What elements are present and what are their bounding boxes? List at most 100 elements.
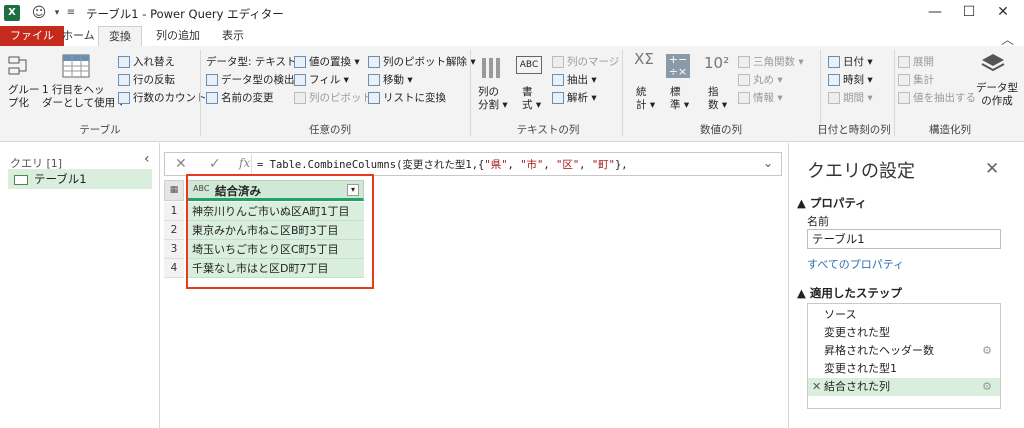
- close-settings-icon[interactable]: ✕: [985, 159, 999, 179]
- step-settings-gear-icon[interactable]: ⚙: [982, 378, 992, 396]
- replace-values-button[interactable]: 値の置換 ▾: [294, 54, 360, 69]
- time-button[interactable]: 時刻 ▾: [828, 72, 873, 87]
- trigonometry-button[interactable]: 三角関数 ▾: [738, 54, 804, 69]
- query-item[interactable]: テーブル1: [8, 169, 152, 189]
- delete-step-icon[interactable]: ✕: [812, 378, 821, 396]
- excel-app-icon: X: [4, 5, 20, 21]
- table-menu-icon[interactable]: ▦: [164, 180, 184, 201]
- group-separator: [470, 50, 471, 136]
- move-button[interactable]: 移動 ▾: [368, 72, 413, 87]
- formula-input[interactable]: = Table.CombineColumns(変更された型1,{"県", "市"…: [257, 157, 628, 172]
- split-column-button[interactable]: 列の 分割 ▾: [478, 86, 508, 112]
- unpivot-columns-button[interactable]: 列のピボット解除 ▾: [368, 54, 476, 69]
- extract-values-button[interactable]: 値を抽出する: [898, 90, 976, 105]
- scientific-icon: 10²: [704, 54, 730, 72]
- cancel-formula-button[interactable]: ✕: [175, 156, 187, 172]
- tab-transform[interactable]: 変換: [98, 26, 142, 46]
- query-name-input[interactable]: テーブル1: [807, 229, 1001, 249]
- smiley-feedback-icon[interactable]: ☺: [30, 4, 48, 22]
- group-label-structured-column: 構造化列: [929, 124, 971, 136]
- statistics-button[interactable]: 統 計 ▾: [636, 86, 655, 112]
- rounding-icon: [738, 74, 750, 86]
- statistics-icon: XΣ: [634, 50, 654, 68]
- format-abc-icon: ABC: [516, 56, 542, 74]
- clock-icon: [828, 74, 840, 86]
- aggregate-button[interactable]: 集計: [898, 72, 934, 87]
- ribbon-tabs: ファイル ホーム 変換 列の追加 表示: [0, 26, 1024, 46]
- rename-button[interactable]: 名前の変更: [206, 90, 274, 105]
- fill-down-icon: [294, 74, 306, 86]
- standard-ops-icon: +− ÷×: [666, 54, 690, 78]
- formula-bar: ✕ ✓ fx = Table.CombineColumns(変更された型1,{"…: [164, 152, 782, 176]
- customize-qat-icon[interactable]: ≡: [62, 4, 80, 22]
- row-number: 2: [164, 221, 184, 240]
- step-settings-gear-icon[interactable]: ⚙: [982, 342, 992, 360]
- query-settings-pane: クエリの設定 ✕ ▲ プロパティ 名前 テーブル1 すべてのプロパティ ▲ 適用…: [788, 143, 1024, 428]
- tab-add-column[interactable]: 列の追加: [146, 26, 210, 46]
- step-item[interactable]: 変更された型: [808, 324, 1000, 342]
- title-bar: X ☺ ▾ ≡ テーブル1 - Power Query エディター — ☐ ✕: [0, 0, 1024, 26]
- convert-list-icon: [368, 92, 380, 104]
- reverse-rows-button[interactable]: 行の反転: [118, 72, 175, 87]
- step-item[interactable]: 変更された型1: [808, 360, 1000, 378]
- row-number: 1: [164, 202, 184, 221]
- count-rows-icon: [118, 92, 130, 104]
- properties-header[interactable]: ▲ プロパティ: [797, 195, 867, 211]
- use-first-row-icon: [62, 54, 90, 78]
- information-icon: [738, 92, 750, 104]
- fill-button[interactable]: フィル ▾: [294, 72, 349, 87]
- all-properties-link[interactable]: すべてのプロパティ: [807, 256, 904, 272]
- applied-steps-list: ソース 変更された型 昇格されたヘッダー数 ⚙ 変更された型1 ✕ 結合された列 ⚙: [807, 303, 1001, 409]
- stopwatch-icon: [828, 92, 840, 104]
- convert-to-list-button[interactable]: リストに変換: [368, 90, 446, 105]
- replace-values-icon: [294, 56, 306, 68]
- expand-button[interactable]: 展開: [898, 54, 934, 69]
- scientific-button[interactable]: 指 数 ▾: [708, 86, 727, 112]
- row-number: 4: [164, 259, 184, 278]
- minimize-button[interactable]: —: [918, 0, 952, 26]
- row-number: 3: [164, 240, 184, 259]
- merge-columns-button[interactable]: 列のマージ: [552, 54, 619, 69]
- use-first-row-as-headers-button[interactable]: 1 行目をヘッ ダーとして使用 ▾: [42, 84, 124, 110]
- step-item-selected[interactable]: ✕ 結合された列 ⚙: [808, 378, 1000, 396]
- ribbon: グルー プ化 1 行目をヘッ ダーとして使用 ▾ 入れ替え 行の反転 行数のカウ…: [0, 46, 1024, 142]
- expand-formula-icon[interactable]: ⌄: [763, 156, 773, 170]
- count-rows-button[interactable]: 行数のカウント: [118, 90, 207, 105]
- table-icon: [14, 174, 28, 185]
- format-button[interactable]: 書 式 ▾: [522, 86, 541, 112]
- parse-icon: [552, 92, 564, 104]
- highlight-annotation-box: [186, 174, 374, 289]
- close-window-button[interactable]: ✕: [986, 0, 1020, 26]
- rename-icon: [206, 92, 218, 104]
- extract-button[interactable]: 抽出 ▾: [552, 72, 597, 87]
- group-label-any-column: 任意の列: [309, 124, 351, 136]
- trig-icon: [738, 56, 750, 68]
- step-item[interactable]: 昇格されたヘッダー数 ⚙: [808, 342, 1000, 360]
- name-label: 名前: [807, 215, 829, 228]
- applied-steps-header[interactable]: ▲ 適用したステップ: [797, 285, 902, 301]
- extract-icon: [552, 74, 564, 86]
- pivot-column-button[interactable]: 列のピボット: [294, 90, 372, 105]
- detect-data-type-button[interactable]: データ型の検出: [206, 72, 295, 87]
- tab-view[interactable]: 表示: [212, 26, 254, 46]
- reverse-rows-icon: [118, 74, 130, 86]
- detect-type-icon: [206, 74, 218, 86]
- maximize-button[interactable]: ☐: [952, 0, 986, 26]
- data-type-dropdown[interactable]: データ型: テキスト ▾: [206, 54, 305, 69]
- date-button[interactable]: 日付 ▾: [828, 54, 873, 69]
- collapse-pane-icon[interactable]: ‹: [144, 151, 150, 167]
- group-by-button[interactable]: グルー プ化: [8, 84, 40, 110]
- transpose-button[interactable]: 入れ替え: [118, 54, 175, 69]
- commit-formula-button[interactable]: ✓: [209, 156, 221, 172]
- step-item[interactable]: ソース: [808, 306, 1000, 324]
- pivot-icon: [294, 92, 306, 104]
- group-label-number-column: 数値の列: [700, 124, 742, 136]
- fx-icon[interactable]: fx: [239, 156, 250, 170]
- parse-button[interactable]: 解析 ▾: [552, 90, 597, 105]
- rounding-button[interactable]: 丸め ▾: [738, 72, 783, 87]
- tab-home[interactable]: ホーム: [52, 26, 105, 46]
- create-data-type-button[interactable]: データ型 の作成: [976, 82, 1018, 108]
- information-button[interactable]: 情報 ▾: [738, 90, 783, 105]
- duration-button[interactable]: 期間 ▾: [828, 90, 873, 105]
- standard-button[interactable]: 標 準 ▾: [670, 86, 689, 112]
